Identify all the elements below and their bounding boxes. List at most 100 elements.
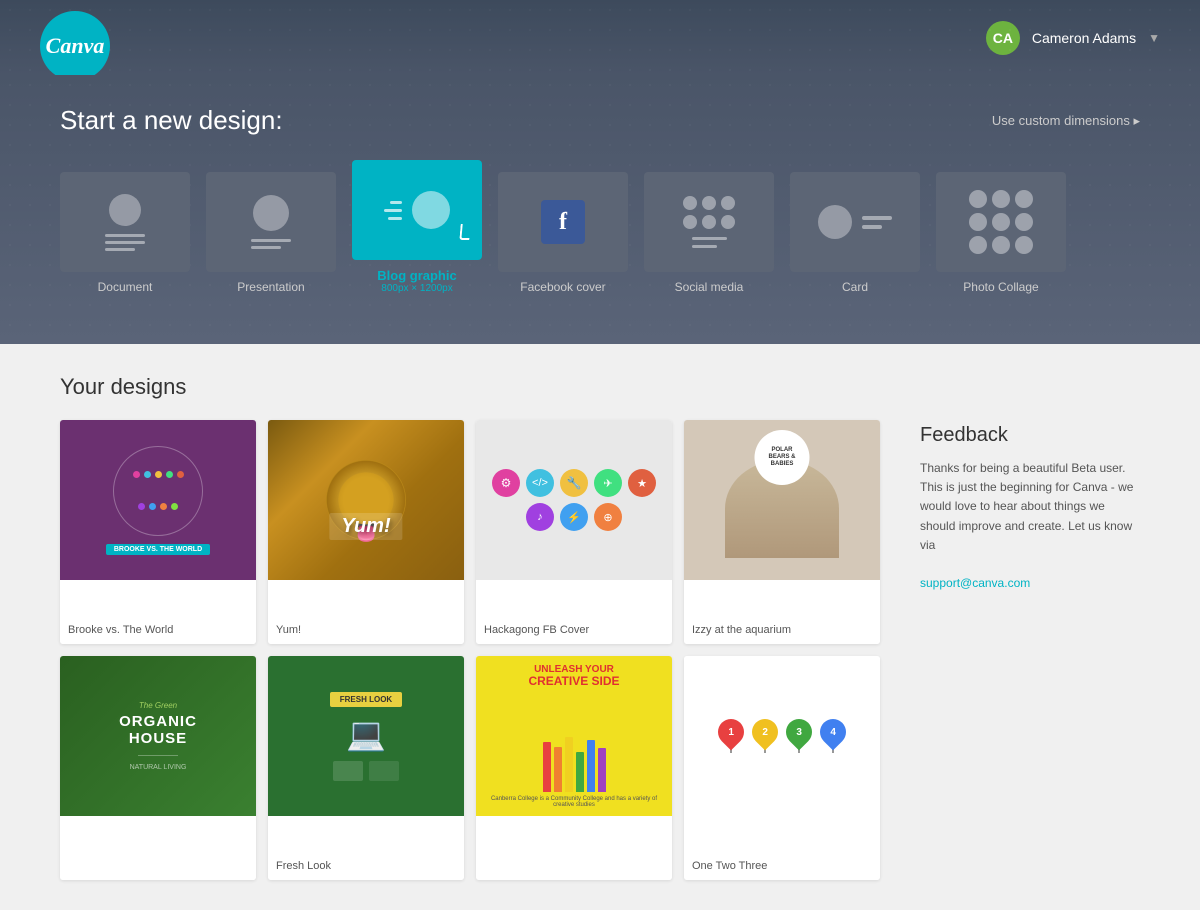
design-card-social-media[interactable]: Social media [644, 172, 774, 294]
hack-icon: ⚡ [560, 503, 588, 531]
design-item-yum[interactable]: 👅 Yum! Yum! [268, 420, 464, 644]
brooke-dot [166, 471, 173, 478]
custom-dimensions-button[interactable]: Use custom dimensions ▸ [992, 113, 1140, 129]
design-item-izzy-label: Izzy at the aquarium [684, 616, 880, 644]
social-dot-icon [702, 215, 716, 229]
design-card-document[interactable]: Document [60, 172, 190, 294]
collage-dot-icon [1015, 213, 1033, 231]
pencil [576, 752, 584, 792]
hack-icon: ✈ [594, 469, 622, 497]
brooke-dot [155, 471, 162, 478]
design-card-card-label: Card [842, 280, 868, 294]
thumb-pencils: UNLEASH YOUR CREATIVE SIDE Canberra Coll… [476, 656, 672, 816]
designs-main: Your designs [60, 374, 880, 880]
line-icon [105, 241, 145, 244]
design-item-hackagong[interactable]: ⚙ </> 🔧 ✈ ★ ♪ ⚡ ⊕ Hackagong FB Cover [476, 420, 672, 644]
feedback-support-link[interactable]: support@canva.com [920, 576, 1030, 590]
design-card-presentation[interactable]: Presentation [206, 172, 336, 294]
design-card-social-label: Social media [675, 280, 744, 294]
collage-dot-icon [992, 236, 1010, 254]
design-item-unleash[interactable]: UNLEASH YOUR CREATIVE SIDE Canberra Coll… [476, 656, 672, 880]
design-card-blog-inner [352, 160, 482, 260]
unleash-text: UNLEASH YOUR CREATIVE SIDE [476, 664, 672, 688]
design-thumbnail-onetwo: 1 2 [684, 656, 880, 852]
design-thumbnail-izzy: POLARBEARS &BABIES [684, 420, 880, 616]
design-types-row: Document Presentation [60, 160, 1140, 294]
thumb-onetwo: 1 2 [684, 656, 880, 816]
your-designs-section: Your designs [0, 344, 1200, 910]
user-dropdown-button[interactable]: ▼ [1148, 31, 1160, 45]
design-item-organic[interactable]: The Green ORGANICHOUSE NATURAL LIVING [60, 656, 256, 880]
design-item-fresh[interactable]: FRESH LOOK 💻 Fresh Look [268, 656, 464, 880]
document-lines-icon [105, 234, 145, 251]
design-item-fresh-label: Fresh Look [268, 852, 464, 880]
designs-title: Your designs [60, 374, 880, 400]
pencil-row [543, 737, 606, 792]
blog-line-icon [384, 209, 402, 212]
fresh-thumb [333, 761, 363, 781]
brooke-dot [133, 471, 140, 478]
header: Canva CA Cameron Adams ▼ [0, 0, 1200, 75]
yum-text: Yum! [341, 515, 390, 537]
design-item-brooke[interactable]: BROOKE VS. THE WORLD Brooke vs. The Worl… [60, 420, 256, 644]
design-item-yum-label: Yum! [268, 616, 464, 644]
new-design-section: Start a new design: Use custom dimension… [0, 75, 1200, 344]
design-item-izzy[interactable]: POLARBEARS &BABIES Izzy at the aquarium [684, 420, 880, 644]
organic-divider [138, 755, 178, 756]
organic-tagline: NATURAL LIVING [130, 764, 187, 771]
design-card-photo-collage[interactable]: Photo Collage [936, 172, 1066, 294]
feedback-title: Feedback [920, 424, 1140, 447]
design-item-onetwo[interactable]: 1 2 [684, 656, 880, 880]
collage-dot-icon [969, 213, 987, 231]
brooke-dot [144, 471, 151, 478]
map-pin-3: 3 [786, 719, 812, 753]
design-card-facebook-label: Facebook cover [520, 280, 605, 294]
organic-subtitle: The Green [139, 701, 177, 710]
polar-text: POLARBEARS &BABIES [768, 447, 795, 469]
card-lines-icon [862, 216, 892, 229]
design-card-presentation-inner [206, 172, 336, 272]
hack-icon: </> [526, 469, 554, 497]
designs-grid: BROOKE VS. THE WORLD Brooke vs. The Worl… [60, 420, 880, 880]
design-card-card[interactable]: Card [790, 172, 920, 294]
brooke-dots [128, 461, 188, 521]
unleash-line2: CREATIVE SIDE [476, 675, 672, 688]
design-card-document-label: Document [98, 280, 153, 294]
brooke-outer-ring [113, 446, 203, 536]
design-item-organic-label [60, 852, 256, 880]
line-icon [105, 248, 135, 251]
facebook-icon: f [541, 200, 585, 244]
design-item-onetwo-label: One Two Three [684, 852, 880, 880]
social-dot-icon [721, 196, 735, 210]
design-item-hackagong-label: Hackagong FB Cover [476, 616, 672, 644]
social-dot-icon [683, 196, 697, 210]
pin-number-4: 4 [830, 727, 836, 738]
user-area: CA Cameron Adams ▼ [986, 21, 1160, 55]
blog-circle-icon [412, 191, 450, 229]
logo[interactable]: Canva [40, 11, 110, 81]
hack-icon: ♪ [526, 503, 554, 531]
collage-grid-icon [969, 190, 1033, 254]
social-lines-icon [692, 237, 727, 248]
design-thumbnail-brooke: BROOKE VS. THE WORLD [60, 420, 256, 616]
pin-head-1: 1 [713, 714, 750, 751]
pin-head-2: 2 [747, 714, 784, 751]
line-icon [692, 245, 717, 248]
design-card-blog-graphic[interactable]: Blog graphic 800px × 1200px [352, 160, 482, 294]
collage-dot-icon [969, 236, 987, 254]
design-card-facebook-cover[interactable]: f Facebook cover [498, 172, 628, 294]
card-circle-icon [818, 205, 852, 239]
design-thumbnail-unleash: UNLEASH YOUR CREATIVE SIDE Canberra Coll… [476, 656, 672, 852]
design-card-document-inner [60, 172, 190, 272]
polar-badge: POLARBEARS &BABIES [755, 430, 810, 485]
brooke-dot [177, 471, 184, 478]
design-card-collage-inner [936, 172, 1066, 272]
thumb-yum: 👅 Yum! [268, 420, 464, 580]
logo-text: Canva [46, 33, 105, 59]
design-card-blog-sublabel: 800px × 1200px [381, 283, 452, 294]
design-card-facebook-inner: f [498, 172, 628, 272]
map-pin-1: 1 [718, 719, 744, 753]
collage-dot-icon [992, 190, 1010, 208]
map-pin-2: 2 [752, 719, 778, 753]
user-avatar: CA [986, 21, 1020, 55]
